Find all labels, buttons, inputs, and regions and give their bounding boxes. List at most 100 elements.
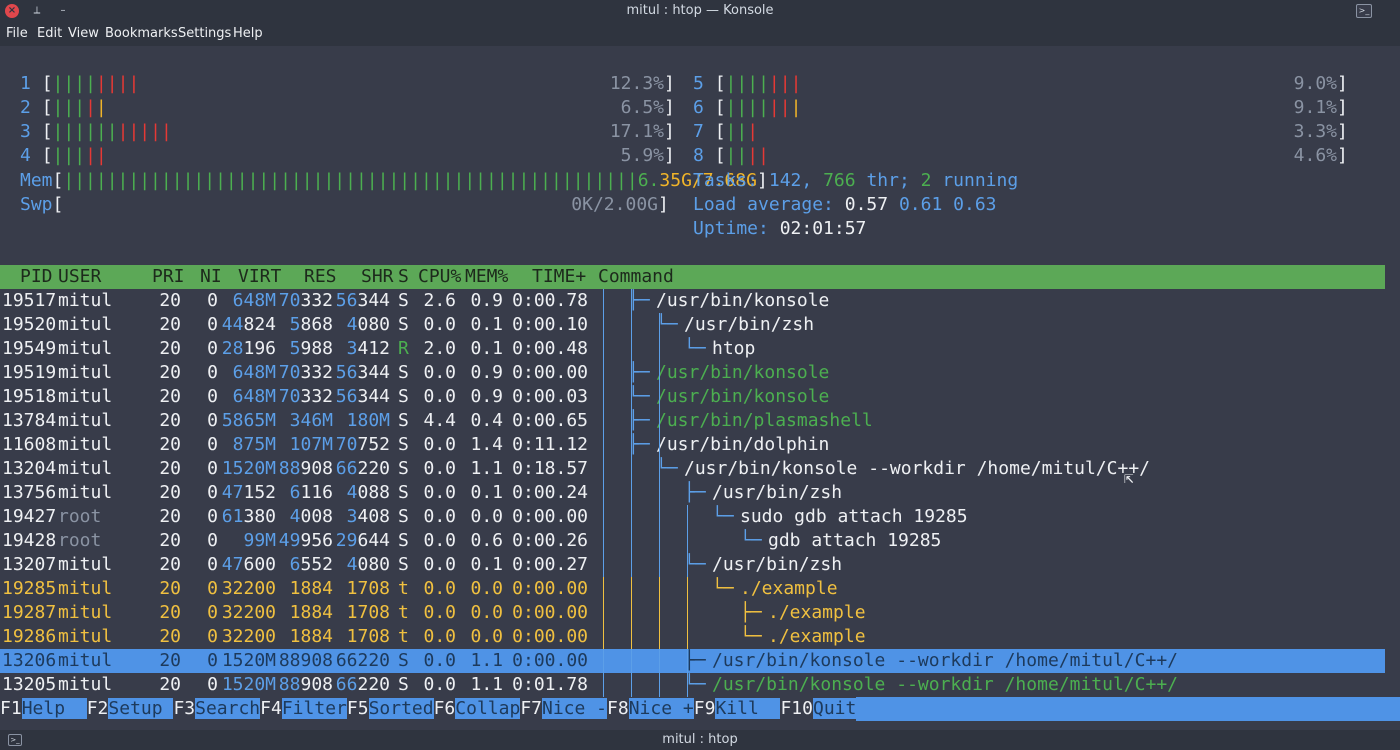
cpu-cell: 0.0 — [423, 578, 456, 599]
fkey-f3[interactable]: F3 — [173, 698, 195, 719]
pri-cell: 20 — [159, 458, 181, 479]
process-row[interactable]: 19428 root 20 0 99M 49956 29644 S 0.0 0.6 0:00.26 └… — [0, 529, 1385, 553]
mem-label: Mem — [20, 170, 53, 191]
res-cell: 4008 — [289, 506, 333, 527]
swp-value: 0K/2.00G — [571, 194, 658, 215]
virt-cell: 28196 — [221, 338, 276, 359]
col-virt[interactable]: VIRT — [238, 265, 281, 289]
tree-branch: └─ — [712, 578, 734, 599]
fkey-label[interactable]: Sorted — [368, 698, 434, 719]
process-row[interactable]: 13204 mitul 20 0 1520M 88908 66220 S 0.0 1.1 0:18.… — [0, 457, 1385, 481]
fkey-label[interactable]: Kill — [715, 698, 781, 719]
ni-cell: 0 — [207, 506, 218, 527]
res-cell: 1884 — [289, 626, 333, 647]
terminal-icon[interactable]: >_ — [1356, 4, 1372, 18]
process-row[interactable]: 11608 mitul 20 0 875M 107M 70752 S 0.0 1.4 0:11.12… — [0, 433, 1385, 457]
fkey-label[interactable]: Filter — [281, 698, 347, 719]
col-command[interactable]: Command — [598, 265, 674, 289]
user-cell: mitul — [58, 626, 113, 647]
fkey-f2[interactable]: F2 — [87, 698, 109, 719]
fkey-f8[interactable]: F8 — [607, 698, 629, 719]
col-cpu[interactable]: CPU% — [418, 265, 461, 289]
tab-title[interactable]: mitul : htop — [0, 732, 1400, 747]
fkey-f5[interactable]: F5 — [347, 698, 369, 719]
window-titlebar[interactable]: × ⟂ – mitul : htop — Konsole >_ — [0, 0, 1400, 22]
process-row[interactable]: 19518 mitul 20 0 648M 70332 56344 S 0.0 0.9 0:00.0… — [0, 385, 1385, 409]
process-table-header[interactable]: PID USER PRI NI VIRT RES SHR S CPU% MEM%… — [0, 265, 1385, 289]
process-row[interactable]: 13207 mitul 20 0 47600 6552 4080 S 0.0 0.1 0:00.27… — [0, 553, 1385, 577]
tree-branch: └─ — [740, 530, 762, 551]
ni-cell: 0 — [207, 578, 218, 599]
col-mem[interactable]: MEM% — [465, 265, 508, 289]
mem-cell: 1.1 — [470, 674, 503, 695]
res-cell: 88908 — [278, 650, 333, 671]
swp-label: Swp — [20, 194, 53, 215]
mem-cell: 0.1 — [470, 338, 503, 359]
fkey-label[interactable]: Nice + — [628, 698, 694, 719]
col-state[interactable]: S — [398, 265, 409, 289]
ni-cell: 0 — [207, 650, 218, 671]
fkey-label[interactable]: Nice - — [542, 698, 608, 719]
shr-cell: 1708 — [346, 602, 390, 623]
shr-cell: 3412 — [346, 338, 390, 359]
fkey-label[interactable]: Help — [21, 698, 87, 719]
col-res[interactable]: RES — [304, 265, 337, 289]
cpu-cell: 0.0 — [423, 674, 456, 695]
col-pid[interactable]: PID — [20, 265, 53, 289]
fkey-f6[interactable]: F6 — [434, 698, 456, 719]
process-row[interactable]: 19520 mitul 20 0 44824 5868 4080 S 0.0 0.1 0:00.10… — [0, 313, 1385, 337]
meter-bracket: ] — [664, 97, 675, 118]
cpu-percent: 4.6% — [1293, 145, 1337, 166]
res-cell: 88908 — [278, 674, 333, 695]
process-row[interactable]: 19285 mitul 20 0 32200 1884 1708 t 0.0 0.0 0:00.00… — [0, 577, 1385, 601]
fkey-label[interactable]: Quit — [812, 698, 857, 719]
window-title: mitul : htop — Konsole — [626, 3, 774, 18]
command-cell: /usr/bin/konsole — [656, 290, 830, 311]
mem-cell: 0.9 — [470, 386, 503, 407]
col-time[interactable]: TIME+ — [532, 265, 586, 289]
process-row[interactable]: 13756 mitul 20 0 47152 6116 4088 S 0.0 0.1 0:00.24… — [0, 481, 1385, 505]
fkey-label[interactable]: Search — [195, 698, 261, 719]
menu-bookmarks[interactable]: Bookmarks — [105, 26, 178, 41]
state-cell: S — [398, 314, 409, 335]
process-row[interactable]: 19287 mitul 20 0 32200 1884 1708 t 0.0 0.0 0:00.00… — [0, 601, 1385, 625]
pri-cell: 20 — [159, 338, 181, 359]
fkey-f1[interactable]: F1 — [0, 698, 22, 719]
process-row[interactable]: 19549 mitul 20 0 28196 5988 3412 R 2.0 0.1 0:00.48… — [0, 337, 1385, 361]
col-ni[interactable]: NI — [200, 265, 222, 289]
col-pri[interactable]: PRI — [152, 265, 185, 289]
fkey-f10[interactable]: F10 — [780, 698, 813, 719]
fkey-f4[interactable]: F4 — [260, 698, 282, 719]
terminal-area[interactable]: 1 [|||||||| 12.3%] 2 [||||| 6.5%] 3 [|||||||… — [0, 46, 1400, 730]
command-cell: ./example — [768, 602, 866, 623]
res-cell: 5988 — [289, 338, 333, 359]
cpu-meter-3: 3 [||||||||||| — [20, 121, 172, 142]
menu-settings[interactable]: Settings — [178, 26, 231, 41]
process-row[interactable]: 19519 mitul 20 0 648M 70332 56344 S 0.0 0.9 0:00.0… — [0, 361, 1385, 385]
process-row[interactable]: 13784 mitul 20 0 5865M 346M 180M S 4.4 0.4 0:00.65… — [0, 409, 1385, 433]
virt-cell: 1520M — [221, 458, 276, 479]
fkey-label[interactable]: Setup — [108, 698, 174, 719]
col-user[interactable]: USER — [58, 265, 101, 289]
cpu-percent: 5.9% — [620, 145, 664, 166]
fkey-f7[interactable]: F7 — [520, 698, 542, 719]
fkey-f9[interactable]: F9 — [694, 698, 716, 719]
pri-cell: 20 — [159, 650, 181, 671]
menu-view[interactable]: View — [68, 26, 99, 41]
menu-edit[interactable]: Edit — [37, 26, 62, 41]
command-cell: /usr/bin/konsole --workdir /home/mitul/C… — [712, 650, 1178, 671]
process-row[interactable]: 19427 root 20 0 61380 4008 3408 S 0.0 0.0 0:00.00 └… — [0, 505, 1385, 529]
process-row[interactable]: 13205 mitul 20 0 1520M 88908 66220 S 0.0 1.1 0:01.… — [0, 673, 1385, 697]
menu-file[interactable]: File — [6, 26, 28, 41]
col-shr[interactable]: SHR — [361, 265, 394, 289]
pid-cell: 11608 — [2, 434, 57, 455]
virt-cell: 47600 — [221, 554, 276, 575]
shr-cell: 1708 — [346, 578, 390, 599]
process-row[interactable]: 13206 mitul 20 0 1520M 88908 66220 S 0.0 1.1 0:00.… — [0, 649, 1385, 673]
menu-help[interactable]: Help — [233, 26, 263, 41]
fkey-label[interactable]: Collap — [455, 698, 521, 719]
mem-cell: 1.1 — [470, 458, 503, 479]
process-row[interactable]: 19517 mitul 20 0 648M 70332 56344 S 2.6 0.9 0:00.7… — [0, 289, 1385, 313]
state-cell: S — [398, 506, 409, 527]
process-row[interactable]: 19286 mitul 20 0 32200 1884 1708 t 0.0 0.0 0:00.00… — [0, 625, 1385, 649]
